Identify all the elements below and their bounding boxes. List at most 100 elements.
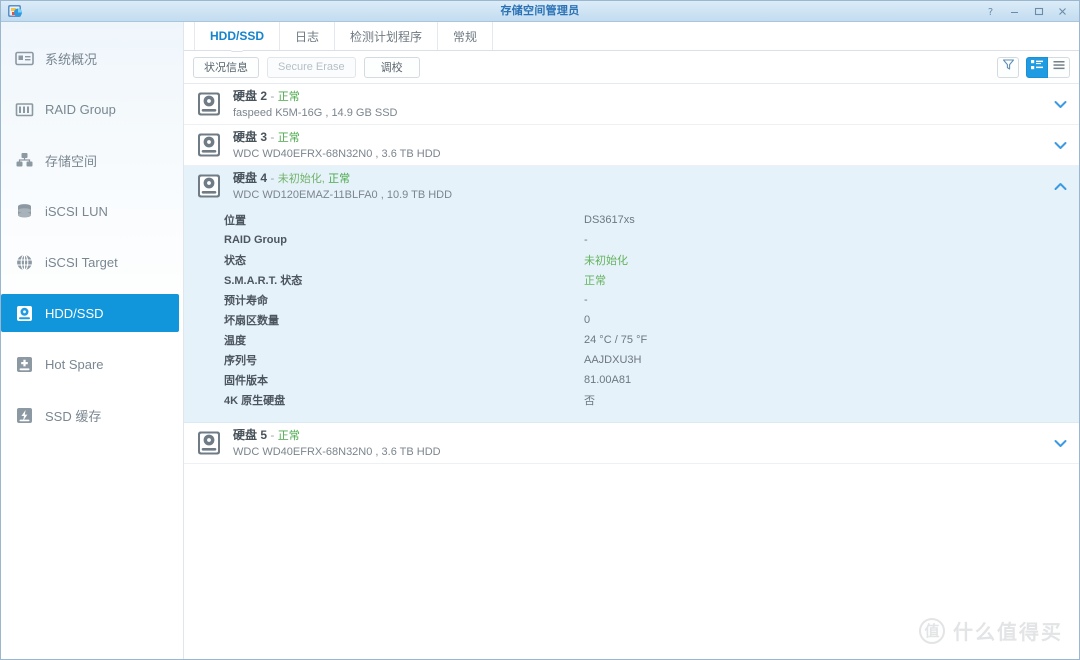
detail-label: 4K 原生硬盘 [224,395,286,407]
calibrate-button[interactable]: 调校 [363,56,420,78]
chevron-up-icon[interactable] [1051,177,1069,195]
detail-value: 正常 [584,275,606,287]
disk-row-collapsed: 硬盘 3 - 正常 WDC WD40EFRX-68N32N0 , 3.6 TB … [184,125,1079,166]
tab-general[interactable]: 常规 [438,22,494,50]
disk-status: 正常 [277,132,300,144]
storage-manager-window: 存储空间管理员 ? 系统概况 RAID Group 存储空间 iSCSI LUN… [0,0,1080,660]
list-view-icon [1052,58,1066,76]
detail-label: 预计寿命 [224,295,268,307]
close-button[interactable] [1051,2,1073,21]
sidebar-item-label: RAID Group [45,101,116,117]
minimize-button[interactable] [1003,2,1025,21]
disk-header[interactable]: 硬盘 2 - 正常 faspeed K5M-16G , 14.9 GB SSD [184,84,1079,124]
disk-title-separator: - [270,130,275,144]
overview-icon [15,49,34,68]
drive-icon [197,430,221,456]
disk-row-expanded: 硬盘 4 - 未初始化, 正常 WDC WD120EMAZ-11BLFA0 , … [184,166,1079,423]
iscsi-lun-icon [15,202,34,221]
tab-label: HDD/SSD [210,29,265,43]
disk-header[interactable]: 硬盘 4 - 未初始化, 正常 WDC WD120EMAZ-11BLFA0 , … [184,166,1079,206]
tab-log[interactable]: 日志 [280,22,336,50]
disk-list: 硬盘 2 - 正常 faspeed K5M-16G , 14.9 GB SSD [184,84,1079,659]
maximize-button[interactable] [1027,2,1049,21]
detail-label: 固件版本 [224,375,268,387]
window-controls: ? [979,1,1073,22]
window-body: 系统概况 RAID Group 存储空间 iSCSI LUN iSCSI Tar… [1,22,1079,659]
sidebar-item-raid-group[interactable]: RAID Group [1,90,183,128]
detail-label: 温度 [224,335,246,347]
filter-icon [1002,58,1015,76]
chevron-down-icon[interactable] [1051,434,1069,452]
main-content: HDD/SSD 日志 检测计划程序 常规 状况信息 Secure Erase 调… [184,22,1079,659]
chevron-down-icon[interactable] [1051,95,1069,113]
detail-label: 位置 [224,215,246,227]
sidebar-item-label: HDD/SSD [45,305,104,321]
disk-title-separator: - [270,89,275,103]
detail-row: S.M.A.R.T. 状态 正常 [184,270,1079,290]
detail-row: 坏扇区数量 0 [184,310,1079,330]
detail-value: - [584,294,588,306]
drive-icon [197,173,221,199]
tab-label: 检测计划程序 [350,29,423,44]
sidebar-item-storage-pool[interactable]: 存储空间 [1,141,183,179]
list-detail-view-button[interactable] [1026,56,1048,78]
disk-name: 硬盘 5 [233,428,268,442]
detail-value: - [584,234,588,246]
sidebar-item-iscsi-target[interactable]: iSCSI Target [1,243,183,281]
sidebar-item-ssd-cache[interactable]: SSD 缓存 [1,396,183,434]
sidebar-item-hdd-ssd[interactable]: HDD/SSD [1,294,179,332]
detail-value: 否 [584,395,595,407]
filter-button[interactable] [997,56,1019,78]
detail-row: 固件版本 81.00A81 [184,370,1079,390]
sidebar-item-iscsi-lun[interactable]: iSCSI LUN [1,192,183,230]
list-view-button[interactable] [1048,56,1070,78]
sidebar-item-hot-spare[interactable]: Hot Spare [1,345,183,383]
detail-row: 4K 原生硬盘 否 [184,390,1079,410]
disk-status-extra: 未初始化, [277,173,325,185]
title-bar: 存储空间管理员 ? [1,1,1079,22]
detail-value: DS3617xs [584,214,635,226]
detail-value: 24 °C / 75 °F [584,334,648,346]
detail-row: RAID Group - [184,230,1079,250]
disk-header[interactable]: 硬盘 5 - 正常 WDC WD40EFRX-68N32N0 , 3.6 TB … [184,423,1079,463]
detail-row: 温度 24 °C / 75 °F [184,330,1079,350]
detail-value: AAJDXU3H [584,354,642,366]
toolbar-right-group [997,56,1070,78]
disk-title-line: 硬盘 5 - 正常 [233,428,300,442]
button-label: 状况信息 [204,62,248,74]
disk-model: WDC WD120EMAZ-11BLFA0 , 10.9 TB HDD [233,189,453,201]
disk-row-collapsed: 硬盘 2 - 正常 faspeed K5M-16G , 14.9 GB SSD [184,84,1079,125]
iscsi-target-icon [15,253,34,272]
help-button[interactable]: ? [979,2,1001,21]
view-mode-group [1026,56,1070,78]
tab-hdd-ssd[interactable]: HDD/SSD [194,22,281,50]
tab-label: 常规 [453,29,478,44]
drive-icon [197,132,221,158]
sidebar-item-overview[interactable]: 系统概况 [1,39,183,77]
sidebar: 系统概况 RAID Group 存储空间 iSCSI LUN iSCSI Tar… [1,22,184,659]
tab-scheduler[interactable]: 检测计划程序 [335,22,439,50]
svg-text:?: ? [987,7,992,17]
disk-info: 硬盘 2 - 正常 faspeed K5M-16G , 14.9 GB SSD [233,87,1051,121]
disk-header[interactable]: 硬盘 3 - 正常 WDC WD40EFRX-68N32N0 , 3.6 TB … [184,125,1079,165]
raid-group-icon [15,100,34,119]
detail-value: 0 [584,314,591,326]
sidebar-item-label: iSCSI Target [45,254,118,270]
disk-model: faspeed K5M-16G , 14.9 GB SSD [233,107,398,119]
disk-name: 硬盘 2 [233,89,268,103]
drive-icon [197,91,221,117]
chevron-down-icon[interactable] [1051,136,1069,154]
health-info-button[interactable]: 状况信息 [193,56,259,78]
sidebar-item-label: SSD 缓存 [45,408,102,424]
tab-label: 日志 [295,29,320,44]
button-label: 调校 [380,62,403,74]
list-detail-view-icon [1030,58,1044,76]
disk-title-line: 硬盘 2 - 正常 [233,89,300,103]
disk-title-separator: - [270,171,275,185]
ssd-cache-icon [15,406,34,425]
disk-info: 硬盘 5 - 正常 WDC WD40EFRX-68N32N0 , 3.6 TB … [233,426,1051,460]
disk-info: 硬盘 3 - 正常 WDC WD40EFRX-68N32N0 , 3.6 TB … [233,128,1051,162]
disk-status: 正常 [328,173,351,185]
sidebar-item-label: 系统概况 [45,51,98,67]
hdd-ssd-icon [15,304,34,323]
